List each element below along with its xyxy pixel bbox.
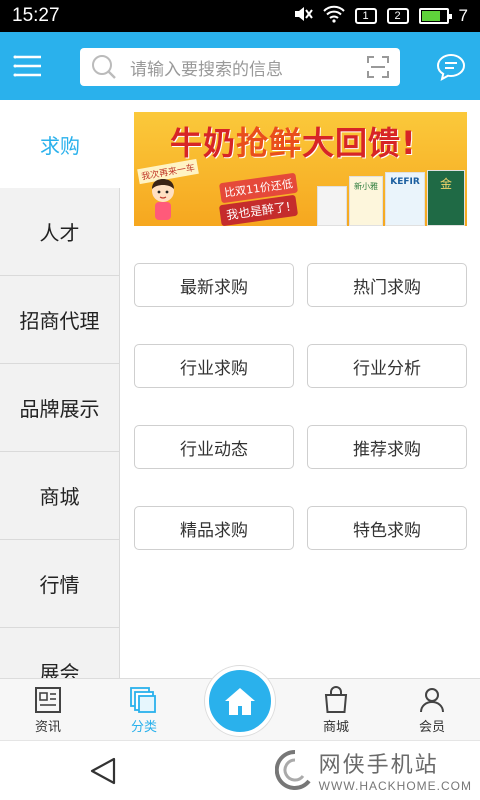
banner-products: 新小雅 KEFIR 金: [317, 170, 467, 226]
home-button[interactable]: [205, 666, 275, 736]
hot-purchase-button[interactable]: 热门求购: [307, 263, 467, 307]
scan-icon[interactable]: [366, 55, 390, 79]
cartoon-girl-icon: [152, 179, 174, 220]
member-icon: [420, 688, 444, 713]
system-nav-bar: 网侠手机站 WWW.HACKHOME.COM: [0, 740, 480, 800]
watermark-text: 网侠手机站 WWW.HACKHOME.COM: [319, 747, 472, 793]
nav-label-mall: 商城: [322, 720, 349, 735]
milk-carton-4: 金: [427, 170, 465, 226]
search-icon: [92, 55, 116, 79]
sidebar-item-rencai[interactable]: 人才: [0, 188, 120, 276]
battery-fill: [421, 11, 440, 21]
nav-label-news: 资讯: [34, 720, 61, 735]
sidebar-item-zhaoshang[interactable]: 招商代理: [0, 276, 120, 364]
sim1-signal-icon: 1: [354, 8, 377, 24]
nav-item-mall[interactable]: 商城: [288, 679, 384, 741]
industry-news-button[interactable]: 行业动态: [134, 425, 294, 469]
battery-text: 7: [458, 6, 468, 25]
app-header: 请输入要搜索的信息: [0, 32, 480, 100]
nav-item-news[interactable]: 资讯: [0, 679, 96, 741]
status-bar: 15:27 1 2 7: [0, 0, 480, 32]
nav-item-member[interactable]: 会员: [384, 679, 480, 741]
industry-purchase-button[interactable]: 行业求购: [134, 344, 294, 388]
sidebar-item-zhanhui[interactable]: 展会: [0, 628, 120, 678]
message-icon: [436, 53, 466, 81]
category-sidebar: 求购 人才 招商代理 品牌展示 商城 行情 展会: [0, 100, 120, 678]
milk-carton-3: KEFIR: [385, 172, 425, 226]
mute-icon: [293, 5, 313, 27]
sidebar-item-shangcheng[interactable]: 商城: [0, 452, 120, 540]
milk-carton-2: 新小雅: [349, 176, 383, 226]
wifi-icon: [322, 5, 345, 27]
watermark: 网侠手机站 WWW.HACKHOME.COM: [274, 747, 472, 793]
search-placeholder: 请输入要搜索的信息: [130, 59, 283, 80]
menu-button[interactable]: [0, 32, 56, 100]
menu-icon: [13, 55, 41, 77]
promo-banner[interactable]: 牛奶抢鲜大回馈! 我次再来一车 比双11价还低 我也是醉了! 新小雅 KEFIR…: [134, 112, 467, 226]
sim2-signal-icon: 2: [386, 8, 409, 24]
industry-analysis-button[interactable]: 行业分析: [307, 344, 467, 388]
battery-icon: [418, 8, 452, 24]
message-button[interactable]: [432, 48, 470, 86]
banner-title-part2: 抢鲜: [236, 124, 303, 162]
status-time: 15:27: [12, 5, 60, 26]
home-icon: [225, 688, 255, 715]
sidebar-item-qiugou[interactable]: 求购: [0, 100, 120, 188]
watermark-logo-icon: [274, 749, 311, 790]
status-icons: 1 2 7: [293, 5, 468, 27]
watermark-url: WWW.HACKHOME.COM: [318, 779, 472, 793]
featured-purchase-button[interactable]: 特色求购: [307, 506, 467, 550]
sidebar-item-pinpai[interactable]: 品牌展示: [0, 364, 120, 452]
shopping-bag-icon: [324, 686, 348, 713]
nav-label-category: 分类: [130, 720, 157, 735]
news-icon: [35, 687, 61, 713]
back-triangle-icon[interactable]: [88, 755, 120, 787]
banner-title-part1: 牛奶: [170, 124, 237, 162]
banner-title-part3: 大回馈!: [302, 124, 417, 162]
latest-purchase-button[interactable]: 最新求购: [134, 263, 294, 307]
watermark-cn: 网侠手机站: [318, 753, 439, 778]
recommended-purchase-button[interactable]: 推荐求购: [307, 425, 467, 469]
nav-label-member: 会员: [418, 720, 445, 735]
nav-item-category[interactable]: 分类: [96, 679, 192, 741]
banner-title: 牛奶抢鲜大回馈!: [170, 118, 417, 164]
milk-carton-1: [317, 186, 347, 226]
sidebar-item-hangqing[interactable]: 行情: [0, 540, 120, 628]
premium-purchase-button[interactable]: 精品求购: [134, 506, 294, 550]
search-input[interactable]: 请输入要搜索的信息: [80, 48, 400, 86]
category-icon: [130, 687, 156, 713]
